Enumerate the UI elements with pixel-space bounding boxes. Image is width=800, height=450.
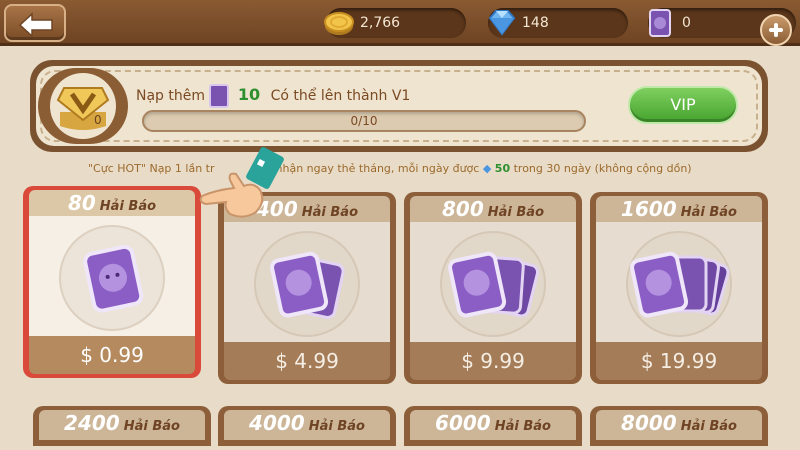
package-title: 80 Hải Báo [29, 190, 195, 216]
gold-counter: 2,766 [324, 8, 466, 38]
package-unit: Hải Báo [487, 205, 544, 220]
add-cards-button[interactable] [760, 14, 792, 46]
top-bar: 2,766 148 0 [0, 0, 800, 46]
vip-prefix: Nạp thêm [136, 88, 206, 104]
vip-requirement: Nạp thêm 10 Có thể lên thành V1 [136, 84, 410, 108]
package-card-0[interactable]: 80 Hải Báo $ 0.99 [23, 186, 201, 378]
package-amount: 80 [67, 191, 96, 215]
package-unit: Hải Báo [123, 419, 180, 434]
package-title: 4000 Hải Báo [224, 410, 390, 440]
diamond-icon [488, 10, 516, 36]
package-title: 1600 Hải Báo [596, 196, 762, 222]
package-amount: 4000 [249, 411, 305, 435]
package-card-2[interactable]: 800 Hải Báo $ 9.99 [404, 192, 582, 384]
package-card-4[interactable]: 2400 Hải Báo [33, 406, 211, 446]
vip-amount: 10 [237, 85, 261, 104]
package-card-5[interactable]: 4000 Hải Báo [218, 406, 396, 446]
package-unit: Hải Báo [680, 419, 737, 434]
vip-progress-bar: 0/10 [142, 110, 586, 132]
package-art [410, 222, 576, 342]
svg-text:0: 0 [94, 113, 102, 127]
package-price: $ 9.99 [410, 342, 576, 380]
diamond-amount: 148 [522, 15, 549, 31]
package-card-3[interactable]: 1600 Hải Báo $ 19.99 [590, 192, 768, 384]
package-art [224, 222, 390, 342]
package-amount: 6000 [435, 411, 491, 435]
purple-cards-icon [254, 231, 360, 337]
package-unit: Hải Báo [494, 419, 551, 434]
hand-pointer-icon [199, 147, 284, 218]
package-title: 2400 Hải Báo [39, 410, 205, 440]
vip-level-badge: 0 [38, 68, 128, 144]
gold-amount: 2,766 [360, 15, 401, 31]
promo-part-b: nhận ngay thẻ tháng, mỗi ngày được [275, 162, 480, 175]
package-card-7[interactable]: 8000 Hải Báo [590, 406, 768, 446]
package-card-6[interactable]: 6000 Hải Báo [404, 406, 582, 446]
purple-card-icon [209, 84, 230, 108]
package-title: 800 Hải Báo [410, 196, 576, 222]
package-unit: Hải Báo [301, 205, 358, 220]
package-amount: 2400 [64, 411, 120, 435]
package-title: 6000 Hải Báo [410, 410, 576, 440]
diamond-counter: 148 [488, 8, 628, 38]
package-title: 8000 Hải Báo [596, 410, 762, 440]
card-amount: 0 [682, 15, 691, 31]
back-arrow-icon [18, 12, 53, 38]
vip-v0-icon: 0 [50, 73, 116, 139]
promo-bonus: 50 [494, 162, 511, 175]
package-art [29, 216, 195, 336]
gold-coin-icon [324, 12, 354, 35]
promo-part-c: trong 30 ngày (không cộng dồn) [513, 162, 692, 175]
purple-card-icon [59, 225, 165, 331]
purple-cards-icon [440, 231, 546, 337]
package-unit: Hải Báo [680, 205, 737, 220]
promo-text: "Cực HOT" Nạp 1 lần tr nhận ngay thẻ thá… [88, 162, 718, 180]
package-amount: 8000 [621, 411, 677, 435]
package-art [596, 222, 762, 342]
back-button[interactable] [4, 4, 66, 42]
diamond-icon: ◆ [482, 162, 492, 175]
package-unit: Hải Báo [308, 419, 365, 434]
purple-card-icon [649, 9, 671, 37]
package-unit: Hải Báo [99, 199, 157, 214]
vip-button[interactable]: VIP [628, 86, 738, 124]
package-price: $ 0.99 [29, 336, 195, 374]
vip-suffix: Có thể lên thành V1 [270, 88, 411, 104]
package-amount: 800 [442, 197, 484, 221]
purple-cards-icon [626, 231, 732, 337]
package-price: $ 19.99 [596, 342, 762, 380]
vip-progress-label: 0/10 [350, 114, 378, 128]
card-counter: 0 [648, 8, 796, 46]
package-amount: 1600 [621, 197, 677, 221]
package-price: $ 4.99 [224, 342, 390, 380]
